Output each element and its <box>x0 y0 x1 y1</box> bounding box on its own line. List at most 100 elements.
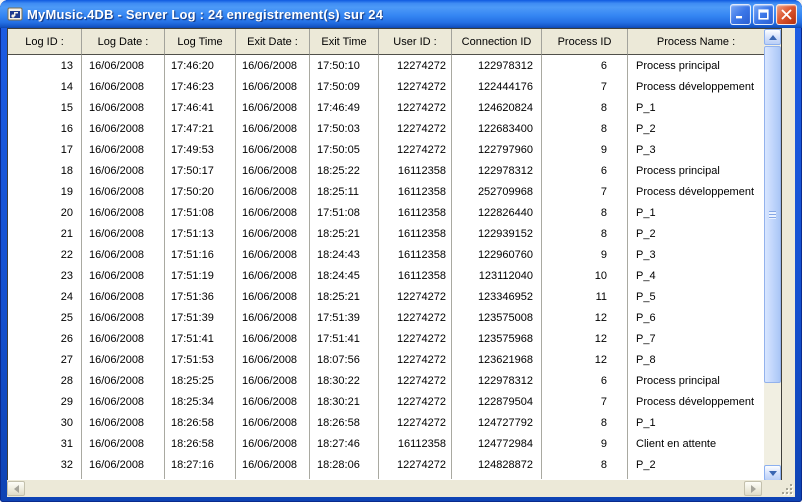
column-header-log-date[interactable]: Log Date : <box>82 29 165 55</box>
cell-process-id: 7 <box>542 181 628 202</box>
cell-exit-time: 18:27:46 <box>310 433 379 454</box>
cell-log-date: 16/06/2008 <box>82 370 165 391</box>
cell-log-time: 17:51:53 <box>165 349 236 370</box>
column-header-log-time[interactable]: Log Time <box>165 29 236 55</box>
cell-process-name: P_5 <box>636 290 656 303</box>
cell-user-id: 12274272 <box>379 139 452 160</box>
cell-user-id: 16112358 <box>379 223 452 244</box>
table-filler-cell <box>236 475 310 479</box>
log-table: Log ID : Log Date : Log Time Exit Date : Exi… <box>7 28 782 481</box>
scroll-down-button[interactable] <box>764 465 781 481</box>
cell-connection-id: 122960760 <box>452 244 542 265</box>
cell-connection-id: 122797960 <box>452 139 542 160</box>
column-header-process-name[interactable]: Process Name : <box>628 29 764 55</box>
cell-process-name: P_4 <box>636 269 656 282</box>
maximize-button[interactable] <box>753 3 774 25</box>
cell-connection-id: 122978312 <box>452 55 542 76</box>
cell-connection-id: 123621968 <box>452 349 542 370</box>
cell-log-date: 16/06/2008 <box>82 349 165 370</box>
horizontal-scrollbar[interactable] <box>7 480 795 497</box>
cell-user-id: 16112358 <box>379 181 452 202</box>
cell-log-date: 16/06/2008 <box>82 391 165 412</box>
cell-process-id: 9 <box>542 139 628 160</box>
cell-process-id: 6 <box>542 160 628 181</box>
arrow-right-icon <box>750 484 756 493</box>
cell-connection-id: 124828872 <box>452 454 542 475</box>
cell-process-id: 9 <box>542 244 628 265</box>
cell-log-date: 16/06/2008 <box>82 118 165 139</box>
cell-exit-time: 18:24:45 <box>310 265 379 286</box>
cell-process-id: 11 <box>542 286 628 307</box>
cell-log-time: 18:25:25 <box>165 370 236 391</box>
cell-connection-id: 123346952 <box>452 286 542 307</box>
column-header-user-id[interactable]: User ID : <box>379 29 452 55</box>
cell-log-id: 26 <box>8 328 82 349</box>
cell-log-id: 28 <box>8 370 82 391</box>
cell-process-name: Process développement <box>636 185 755 198</box>
cell-process-id: 8 <box>542 223 628 244</box>
column-header-log-id[interactable]: Log ID : <box>8 29 82 55</box>
scroll-left-button[interactable] <box>7 481 25 496</box>
resize-grip[interactable] <box>779 481 794 496</box>
cell-user-id: 12274272 <box>379 328 452 349</box>
cell-user-id: 16112358 <box>379 433 452 454</box>
cell-log-date: 16/06/2008 <box>82 328 165 349</box>
cell-exit-time: 18:24:43 <box>310 244 379 265</box>
cell-log-id: 21 <box>8 223 82 244</box>
cell-exit-time: 18:25:11 <box>310 181 379 202</box>
cell-exit-date: 16/06/2008 <box>236 181 310 202</box>
cell-process-name: Process principal <box>636 374 720 387</box>
cell-exit-date: 16/06/2008 <box>236 391 310 412</box>
cell-exit-date: 16/06/2008 <box>236 202 310 223</box>
column-header-connection-id[interactable]: Connection ID <box>452 29 542 55</box>
cell-process-name: Client en attente <box>636 437 717 450</box>
cell-connection-id: 122683400 <box>452 118 542 139</box>
cell-user-id: 12274272 <box>379 412 452 433</box>
cell-log-time: 17:47:21 <box>165 118 236 139</box>
cell-log-time: 18:26:58 <box>165 412 236 433</box>
cell-user-id: 12274272 <box>379 76 452 97</box>
cell-log-time: 17:46:41 <box>165 97 236 118</box>
cell-process-id: 9 <box>542 433 628 454</box>
cell-process-name: Process développement <box>636 395 755 408</box>
cell-process-id: 12 <box>542 328 628 349</box>
cell-log-date: 16/06/2008 <box>82 160 165 181</box>
cell-log-date: 16/06/2008 <box>82 97 165 118</box>
cell-log-time: 18:26:58 <box>165 433 236 454</box>
cell-log-time: 17:46:20 <box>165 55 236 76</box>
cell-process-name: P_1 <box>636 206 656 219</box>
column-header-exit-time[interactable]: Exit Time <box>310 29 379 55</box>
client-area: Log ID : Log Date : Log Time Exit Date : Exi… <box>7 28 795 497</box>
column-header-exit-date[interactable]: Exit Date : <box>236 29 310 55</box>
vertical-scrollbar[interactable] <box>764 29 781 481</box>
cell-exit-date: 16/06/2008 <box>236 307 310 328</box>
cell-process-name: P_1 <box>636 101 656 114</box>
cell-user-id: 12274272 <box>379 349 452 370</box>
cell-exit-date: 16/06/2008 <box>236 244 310 265</box>
title-bar[interactable]: MyMusic.4DB - Server Log : 24 enregistre… <box>0 0 802 28</box>
scroll-right-button[interactable] <box>744 481 762 496</box>
scroll-up-button[interactable] <box>764 29 781 45</box>
minimize-button[interactable] <box>730 3 751 25</box>
table-filler-cell <box>542 475 628 479</box>
vertical-scrollbar-thumb[interactable] <box>764 46 781 383</box>
cell-log-time: 18:25:34 <box>165 391 236 412</box>
application-icon[interactable] <box>7 6 23 22</box>
column-header-process-id[interactable]: Process ID <box>542 29 628 55</box>
cell-log-id: 32 <box>8 454 82 475</box>
scrollbar-grip-icon <box>769 210 776 219</box>
cell-exit-time: 18:30:22 <box>310 370 379 391</box>
cell-connection-id: 122978312 <box>452 160 542 181</box>
arrow-down-icon <box>768 470 777 476</box>
cell-user-id: 12274272 <box>379 370 452 391</box>
minimize-icon <box>736 15 742 18</box>
cell-exit-time: 18:25:22 <box>310 160 379 181</box>
cell-process-id: 10 <box>542 265 628 286</box>
close-button[interactable] <box>776 3 797 25</box>
cell-exit-date: 16/06/2008 <box>236 286 310 307</box>
cell-exit-time: 17:50:03 <box>310 118 379 139</box>
cell-log-date: 16/06/2008 <box>82 139 165 160</box>
cell-exit-date: 16/06/2008 <box>236 370 310 391</box>
table-filler-cell <box>310 475 379 479</box>
cell-connection-id: 124727792 <box>452 412 542 433</box>
